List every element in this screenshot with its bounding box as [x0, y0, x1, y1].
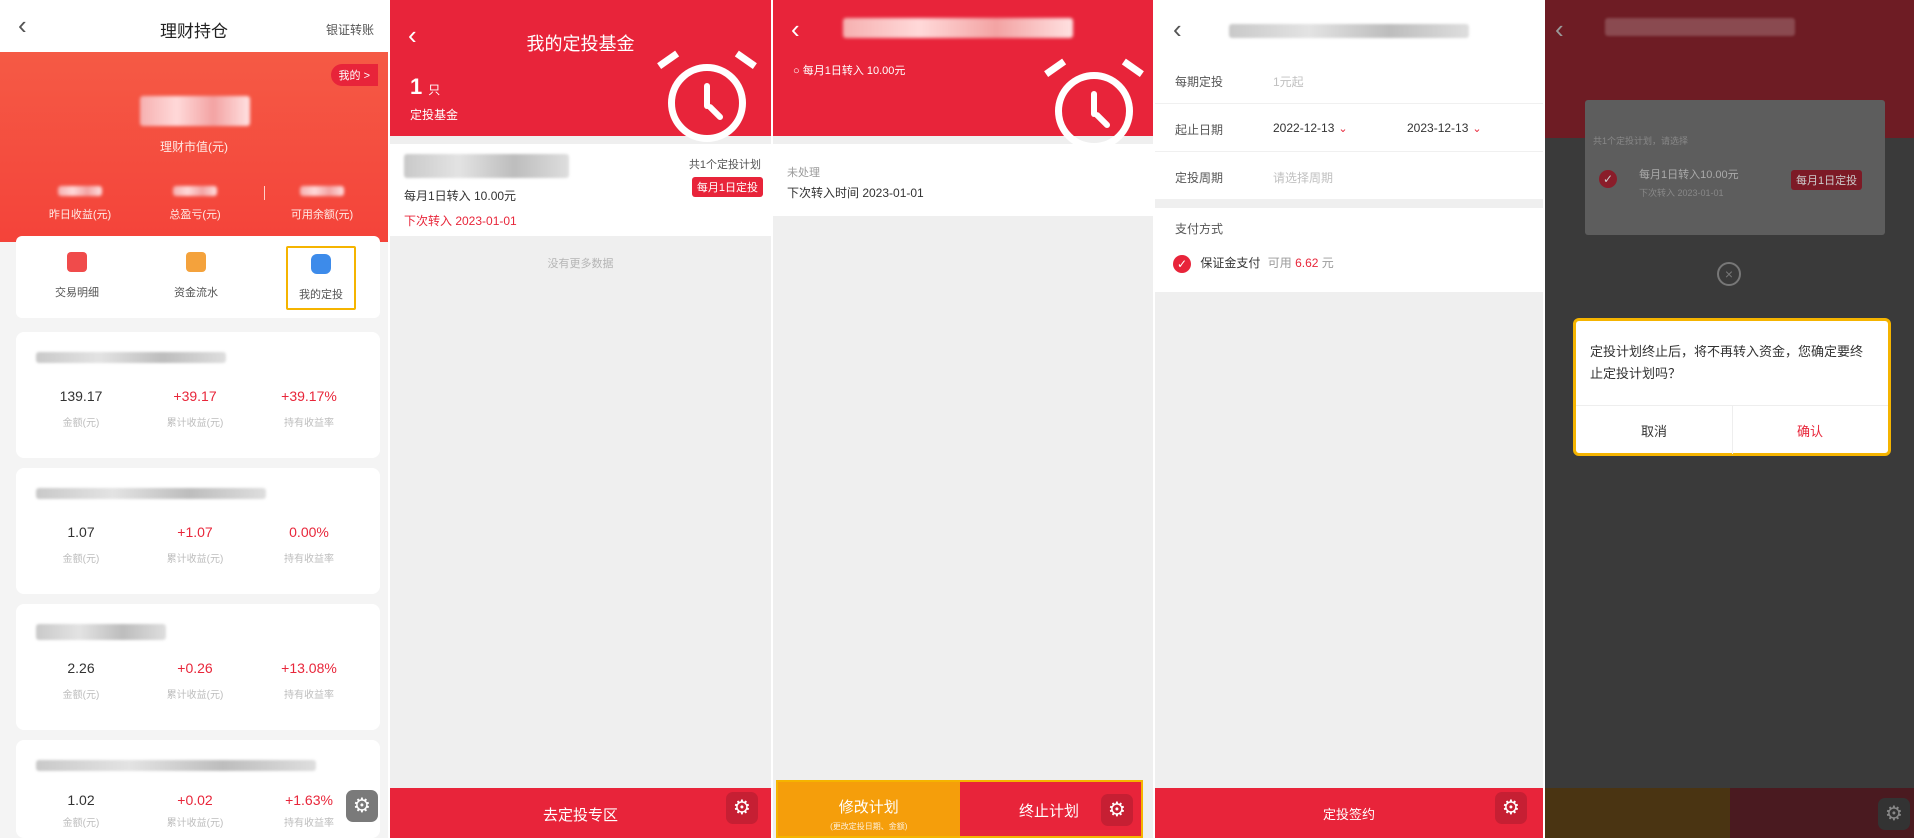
- fund-count: 1只: [410, 74, 441, 99]
- plan-schedule: ○ 每月1日转入 10.00元: [793, 65, 906, 77]
- my-auto-invest-button[interactable]: 我的定投: [286, 246, 356, 310]
- screen-plan-detail: ‹ ○ 每月1日转入 10.00元 未处理 下次转入时间 2023-01-01 …: [773, 0, 1153, 838]
- plan-hero: ‹ ○ 每月1日转入 10.00元: [773, 0, 1153, 150]
- holding-card[interactable]: 2.26 金额(元) +0.26 累计收益(元) +13.08% 持有收益率: [16, 604, 380, 730]
- my-button[interactable]: 我的 >: [330, 64, 378, 86]
- no-more-data: 没有更多数据: [547, 258, 614, 270]
- yesterday-income: 昨日收益(元): [20, 186, 140, 222]
- dimmed-bottom-bar: ⚙: [1545, 788, 1914, 838]
- trade-detail-icon: [67, 252, 87, 272]
- screen-stop-plan-dialog: ‹ 共1个定投计划，请选择 ✓ 每月1日转入10.00元 下次转入 2023-0…: [1545, 0, 1914, 838]
- market-value-hero: 我的 > 理财市值(元) 昨日收益(元) 总盈亏(元) 可用余额(元): [0, 52, 388, 242]
- sign-auto-invest-button[interactable]: 定投签约: [1155, 788, 1543, 838]
- end-date-select[interactable]: 2023-12-13 ⌄: [1407, 121, 1482, 135]
- margin-payment-option[interactable]: ✓ 保证金支付 可用 6.62 元: [1173, 254, 1334, 273]
- quick-actions: 交易明细 资金流水 我的定投: [16, 236, 380, 318]
- stop-plan-button[interactable]: 终止计划 ⚙: [959, 782, 1141, 836]
- screen-wealth-holdings: ‹ 理财持仓 银证转账 我的 > 理财市值(元) 昨日收益(元) 总盈亏(元) …: [0, 0, 388, 838]
- check-icon: ✓: [1599, 170, 1617, 188]
- trade-detail-button[interactable]: 交易明细: [42, 246, 112, 310]
- gear-icon[interactable]: ⚙: [726, 792, 758, 824]
- cancel-button[interactable]: 取消: [1576, 421, 1732, 440]
- back-icon[interactable]: ‹: [1173, 14, 1182, 45]
- gear-icon[interactable]: ⚙: [346, 790, 378, 822]
- holding-card[interactable]: 1.02 金额(元) +0.02 累计收益(元) +1.63% 持有收益率: [16, 740, 380, 838]
- next-transfer-time: 下次转入时间 2023-01-01: [787, 186, 924, 200]
- gear-icon: ⚙: [1878, 798, 1910, 830]
- modify-plan-button[interactable]: 修改计划 (更改定投日期、金额): [778, 782, 960, 836]
- amount-input[interactable]: 1元起: [1273, 73, 1304, 90]
- check-icon: ✓: [1173, 254, 1191, 273]
- plan-actions: 修改计划 (更改定投日期、金额) 终止计划 ⚙: [776, 780, 1143, 838]
- market-value-label: 理财市值(元): [160, 140, 228, 154]
- holding-card[interactable]: 139.17 金额(元) +39.17 累计收益(元) +39.17% 持有收益率: [16, 332, 380, 458]
- plan-card[interactable]: 共1个定投计划 每月1日定投 每月1日转入 10.00元 下次转入 2023-0…: [390, 144, 771, 236]
- chevron-down-icon: ⌄: [1472, 123, 1482, 135]
- plan-next-date: 下次转入 2023-01-01: [404, 214, 517, 228]
- plan-select-card: 共1个定投计划，请选择 ✓ 每月1日转入10.00元 下次转入 2023-01-…: [1585, 100, 1885, 235]
- market-value-amount: [140, 96, 250, 126]
- payment-title: 支付方式: [1175, 222, 1224, 236]
- fund-flow-button[interactable]: 资金流水: [161, 246, 231, 310]
- bank-transfer-link[interactable]: 银证转账: [326, 21, 374, 38]
- back-icon[interactable]: ‹: [791, 14, 800, 45]
- confirm-stop-dialog: 定投计划终止后，将不再转入资金，您确定要终止定投计划吗？ 取消 确认: [1573, 318, 1891, 456]
- fund-name: [843, 18, 1073, 38]
- start-date-select[interactable]: 2022-12-13 ⌄: [1273, 121, 1348, 135]
- payment-section: 支付方式 ✓ 保证金支付 可用 6.62 元: [1155, 208, 1543, 292]
- schedule-badge: 每月1日定投: [691, 177, 763, 197]
- nav-bar: ‹: [1155, 0, 1543, 60]
- auto-invest-hero: ‹ 我的定投基金 1只 定投基金: [390, 0, 771, 142]
- back-icon: ‹: [1555, 14, 1564, 44]
- page-title: 我的定投基金: [526, 34, 635, 54]
- available-balance: 可用余额(元): [262, 186, 382, 222]
- cycle-select[interactable]: 请选择周期: [1273, 169, 1333, 186]
- date-range-row: 起止日期 2022-12-13 ⌄ 2023-12-13 ⌄: [1155, 104, 1543, 152]
- nav-bar: ‹ 理财持仓 银证转账: [0, 0, 388, 52]
- fund-name: [1229, 24, 1469, 38]
- close-icon[interactable]: ×: [1717, 262, 1741, 286]
- amount-per-period-row[interactable]: 每期定投 1元起: [1155, 56, 1543, 104]
- chevron-down-icon: ⌄: [1338, 123, 1348, 135]
- screen-auto-invest-form: ‹ 每期定投 1元起 起止日期 2022-12-13 ⌄ 2023-12-13 ⌄ …: [1155, 0, 1543, 838]
- dialog-message: 定投计划终止后，将不再转入资金，您确定要终止定投计划吗？: [1590, 344, 1864, 381]
- plan-status-card: 未处理 下次转入时间 2023-01-01: [773, 144, 1153, 216]
- cycle-row[interactable]: 定投周期 请选择周期: [1155, 152, 1543, 200]
- auto-invest-icon: [311, 254, 331, 274]
- screen-my-auto-invest: ‹ 我的定投基金 1只 定投基金 共1个定投计划 每月1日定投 每月1日转入 1…: [390, 0, 771, 838]
- confirm-button[interactable]: 确认: [1732, 421, 1888, 440]
- fund-count-label: 定投基金: [410, 108, 459, 122]
- plan-status: 未处理: [787, 167, 820, 179]
- plan-amount: 每月1日转入 10.00元: [404, 189, 517, 203]
- holding-card[interactable]: 1.07 金额(元) +1.07 累计收益(元) 0.00% 持有收益率: [16, 468, 380, 594]
- gear-icon[interactable]: ⚙: [1101, 794, 1133, 826]
- gear-icon[interactable]: ⚙: [1495, 792, 1527, 824]
- total-profit: 总盈亏(元): [135, 186, 255, 222]
- go-auto-invest-zone-button[interactable]: 去定投专区: [390, 788, 771, 838]
- plan-count: 共1个定投计划: [688, 159, 761, 171]
- fund-flow-icon: [186, 252, 206, 272]
